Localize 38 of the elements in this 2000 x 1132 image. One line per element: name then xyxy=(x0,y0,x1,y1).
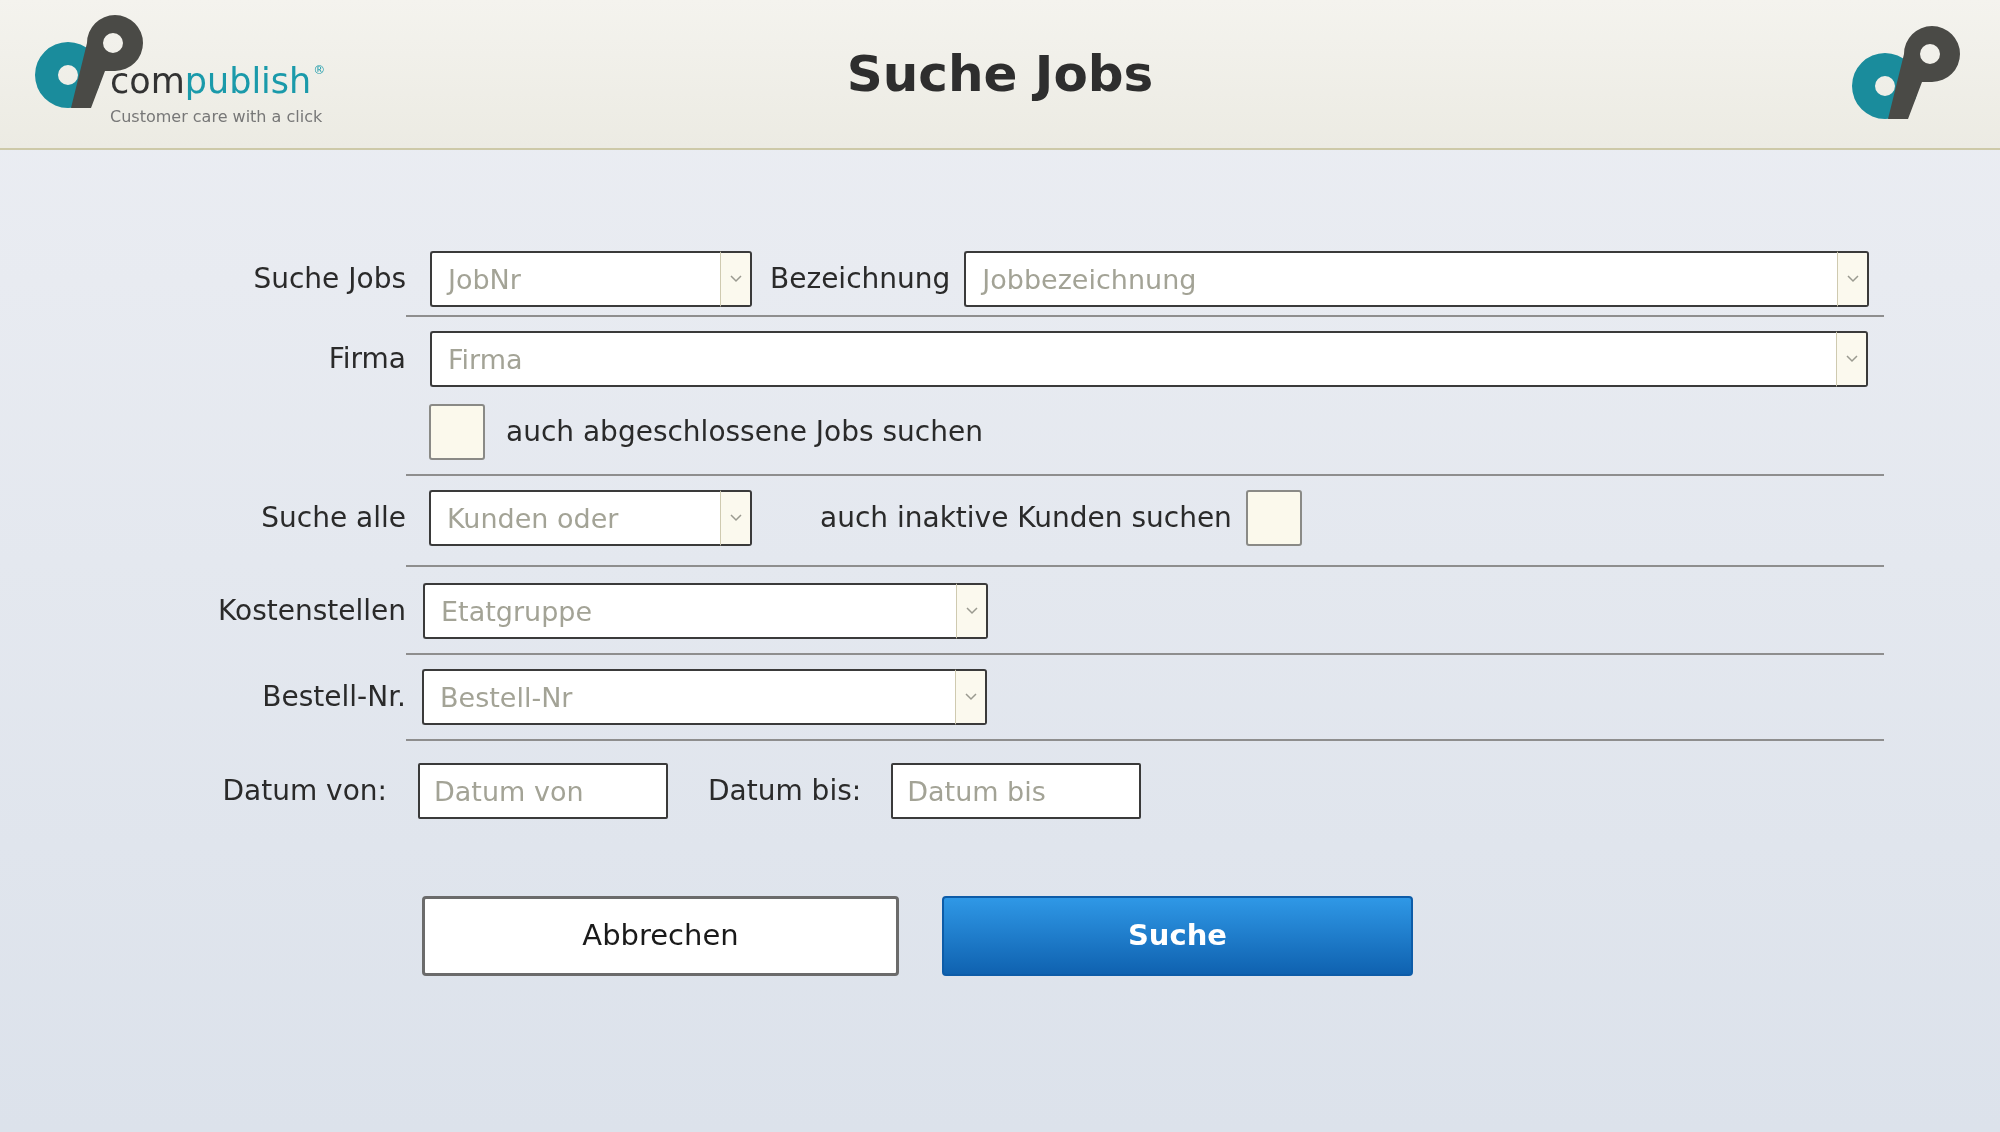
logo-wordmark: compublish xyxy=(110,64,312,99)
dropdown-field[interactable]: Jobbezeichnung xyxy=(964,251,1838,307)
cancel-button[interactable]: Abbrechen xyxy=(422,896,899,976)
logo-tagline: Customer care with a click xyxy=(110,106,324,128)
chevron-down-icon xyxy=(965,607,978,615)
field-label: Kostenstellen xyxy=(218,593,406,629)
dropdown-field[interactable]: Firma xyxy=(430,331,1836,387)
chevron-down-icon xyxy=(1845,355,1858,363)
field-label: Suche Jobs xyxy=(253,261,406,297)
dropdown-toggle[interactable] xyxy=(720,251,752,307)
registered-mark: ® xyxy=(313,64,326,76)
checkbox-label: auch inaktive Kunden suchen xyxy=(820,500,1232,536)
dropdown-toggle[interactable] xyxy=(956,583,988,639)
field-label: Firma xyxy=(328,341,406,377)
dropdown-field[interactable]: Etatgruppe xyxy=(423,583,956,639)
checkbox[interactable] xyxy=(1245,490,1302,546)
dropdown-toggle[interactable] xyxy=(1836,331,1868,387)
field-label: Suche alle xyxy=(261,500,406,536)
dropdown-field[interactable]: Kunden oder xyxy=(429,490,720,546)
date-field[interactable]: Datum von xyxy=(418,763,668,819)
date-field[interactable]: Datum bis xyxy=(891,763,1142,819)
dropdown-toggle[interactable] xyxy=(1837,251,1870,307)
chevron-down-icon xyxy=(1846,275,1859,283)
dropdown-field[interactable]: JobNr xyxy=(430,251,720,307)
search-button[interactable]: Suche xyxy=(942,896,1413,976)
chevron-down-icon xyxy=(729,514,742,522)
field-label: Bezeichnung xyxy=(770,261,951,297)
dropdown-toggle[interactable] xyxy=(720,490,752,546)
chevron-down-icon xyxy=(729,275,742,283)
field-label: Datum bis: xyxy=(708,773,862,809)
checkbox-label: auch abgeschlossene Jobs suchen xyxy=(506,414,983,450)
field-label: Datum von: xyxy=(222,773,387,809)
chevron-down-icon xyxy=(964,693,977,701)
checkbox[interactable] xyxy=(429,404,485,460)
field-label: Bestell-Nr. xyxy=(262,679,406,715)
dropdown-toggle[interactable] xyxy=(955,669,987,725)
dropdown-field[interactable]: Bestell-Nr xyxy=(422,669,955,725)
page-title: Suche Jobs xyxy=(846,43,1154,105)
